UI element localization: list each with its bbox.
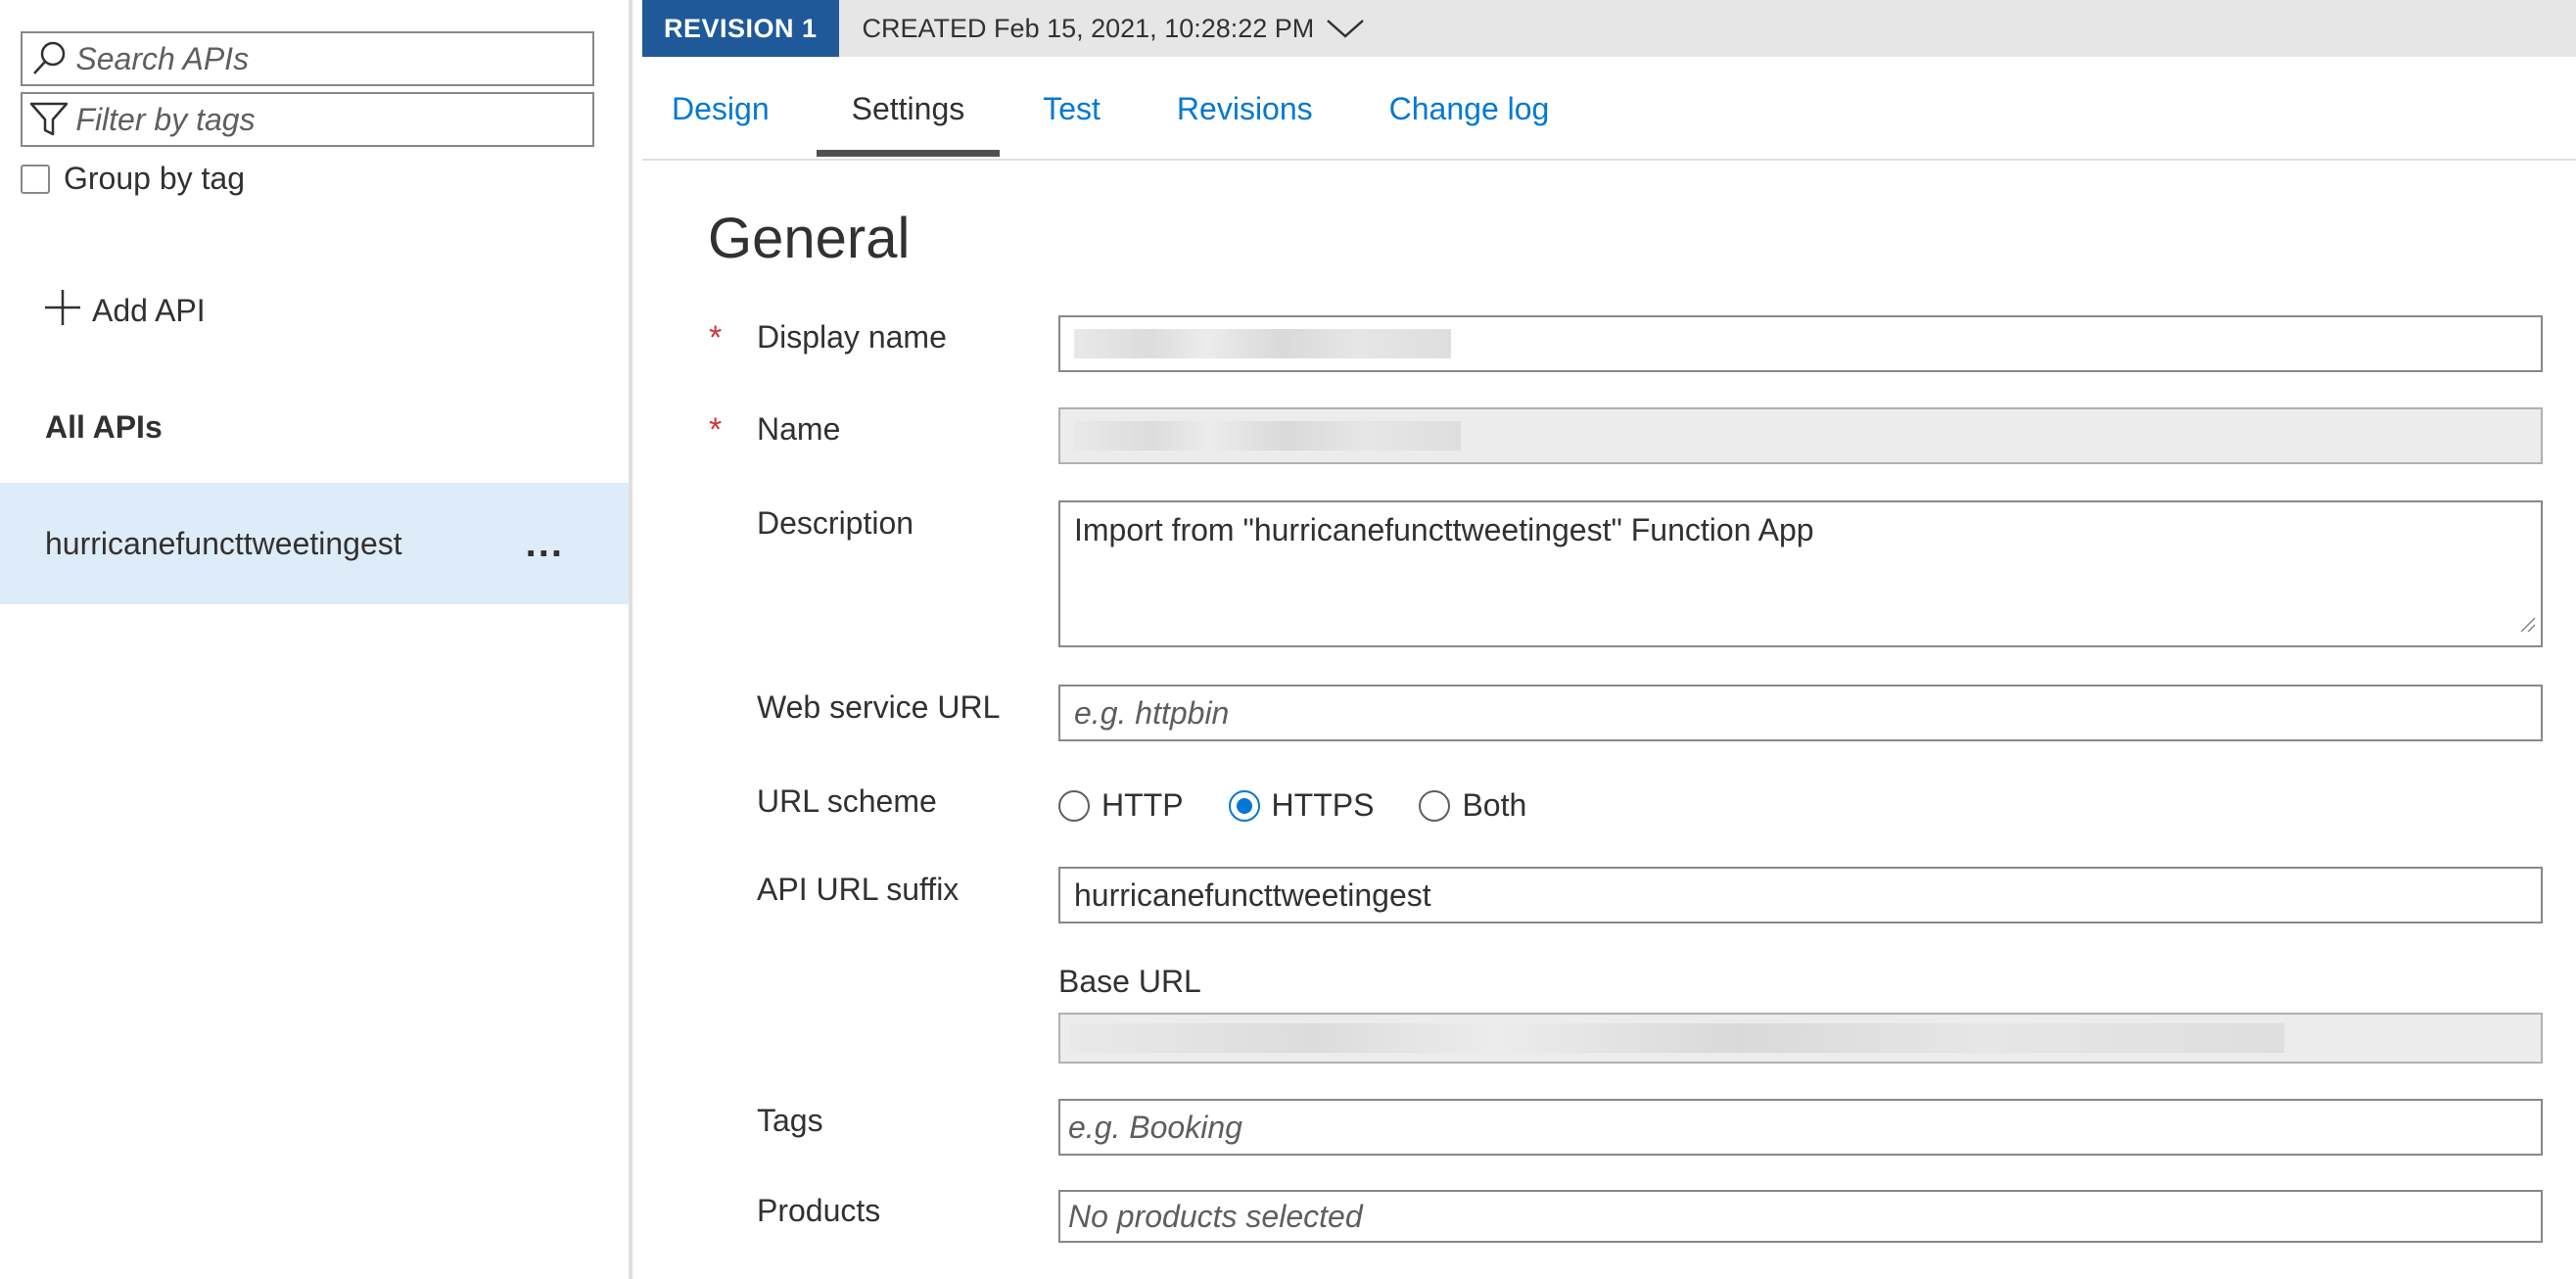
products-label: Products	[757, 1193, 881, 1228]
radio-circle-selected[interactable]	[1228, 789, 1260, 822]
search-apis-input[interactable]	[75, 40, 592, 77]
section-title: General	[708, 207, 911, 270]
display-name-input[interactable]	[1058, 315, 2543, 372]
web-service-url-label: Web service URL	[757, 689, 1001, 725]
web-service-url-input[interactable]: e.g. httpbin	[1058, 685, 2543, 741]
filter-by-tags-box[interactable]	[21, 92, 594, 147]
all-apis-heading[interactable]: All APIs	[45, 409, 163, 446]
tags-input[interactable]: e.g. Booking	[1058, 1099, 2543, 1156]
api-list-item[interactable]: hurricanefuncttweetingest ...	[0, 483, 629, 604]
required-marker: *	[709, 411, 723, 449]
redacted-value	[1074, 421, 1461, 450]
api-tabs: Design Settings Test Revisions Change lo…	[642, 59, 2576, 161]
web-service-url-placeholder: e.g. httpbin	[1074, 694, 1230, 731]
description-value: Import from "hurricanefuncttweetingest" …	[1074, 512, 1814, 547]
tab-revisions[interactable]: Revisions	[1144, 59, 1352, 159]
group-by-tag-checkbox[interactable]: Group by tag	[21, 161, 245, 197]
redacted-value	[1070, 1023, 2284, 1053]
name-input[interactable]	[1058, 407, 2543, 464]
api-url-suffix-input[interactable]: hurricanefuncttweetingest	[1058, 867, 2543, 924]
url-scheme-radio-group: HTTP HTTPS Both	[1058, 787, 1571, 824]
chevron-down-icon[interactable]	[1326, 17, 1365, 40]
api-sidebar: Group by tag Add API All APIs hurricanef…	[0, 0, 632, 1279]
resize-handle-icon[interactable]	[2517, 605, 2537, 641]
description-textarea[interactable]: Import from "hurricanefuncttweetingest" …	[1058, 500, 2543, 647]
tab-design[interactable]: Design	[642, 59, 817, 159]
url-scheme-label: URL scheme	[757, 783, 937, 819]
radio-circle[interactable]	[1419, 789, 1451, 822]
revision-created-text: CREATED Feb 15, 2021, 10:28:22 PM	[862, 13, 1315, 43]
filter-by-tags-input[interactable]	[75, 101, 592, 138]
radio-http-label: HTTP	[1101, 787, 1184, 823]
required-marker: *	[709, 319, 723, 356]
settings-form: General * Display name * Name Descriptio…	[642, 163, 2576, 1279]
search-apis-box[interactable]	[21, 31, 594, 86]
revision-bar: REVISION 1 CREATED Feb 15, 2021, 10:28:2…	[642, 0, 2576, 57]
api-url-suffix-value: hurricanefuncttweetingest	[1074, 876, 1431, 913]
add-api-label: Add API	[92, 293, 206, 328]
base-url-field	[1058, 1013, 2543, 1064]
checkbox-box[interactable]	[21, 164, 50, 194]
tab-settings[interactable]: Settings	[816, 59, 1001, 159]
search-icon	[23, 33, 75, 84]
name-label: Name	[757, 411, 841, 447]
radio-circle[interactable]	[1058, 789, 1090, 822]
products-placeholder: No products selected	[1068, 1198, 1363, 1234]
plus-icon	[43, 288, 82, 334]
tags-label: Tags	[757, 1103, 823, 1138]
api-item-label: hurricanefuncttweetingest	[45, 525, 402, 561]
radio-both-label: Both	[1462, 787, 1527, 823]
group-by-tag-label: Group by tag	[64, 161, 245, 196]
radio-https-label: HTTPS	[1271, 787, 1375, 823]
products-select[interactable]: No products selected	[1058, 1190, 2543, 1243]
redacted-value	[1074, 329, 1451, 358]
radio-both[interactable]: Both	[1419, 787, 1526, 824]
radio-https[interactable]: HTTPS	[1228, 787, 1375, 824]
filter-icon	[23, 94, 75, 145]
tab-test[interactable]: Test	[1000, 59, 1144, 159]
revision-badge: REVISION 1	[642, 0, 839, 57]
description-label: Description	[757, 505, 914, 541]
radio-http[interactable]: HTTP	[1058, 787, 1184, 824]
tab-change-log[interactable]: Change log	[1352, 59, 1579, 159]
more-options-icon[interactable]: ...	[526, 524, 564, 563]
api-url-suffix-label: API URL suffix	[757, 872, 960, 907]
display-name-label: Display name	[757, 319, 947, 355]
add-api-button[interactable]: Add API	[43, 288, 206, 334]
tags-placeholder: e.g. Booking	[1068, 1109, 1242, 1145]
base-url-label: Base URL	[1058, 964, 1201, 999]
